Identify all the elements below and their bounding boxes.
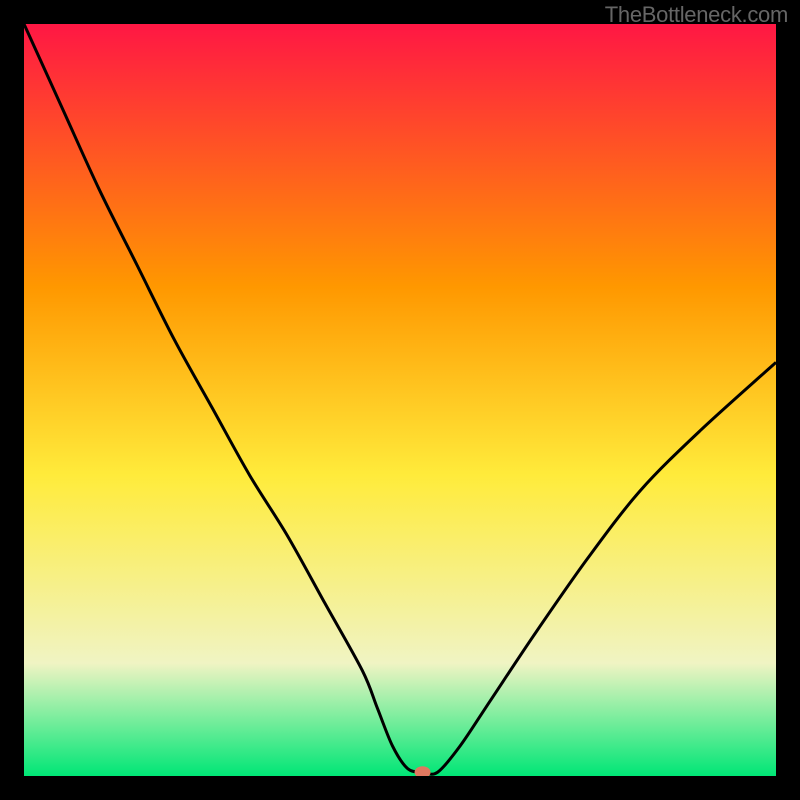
chart-plot-area: [24, 24, 776, 776]
watermark-text: TheBottleneck.com: [605, 2, 788, 28]
chart-background: [24, 24, 776, 776]
chart-svg: [24, 24, 776, 776]
